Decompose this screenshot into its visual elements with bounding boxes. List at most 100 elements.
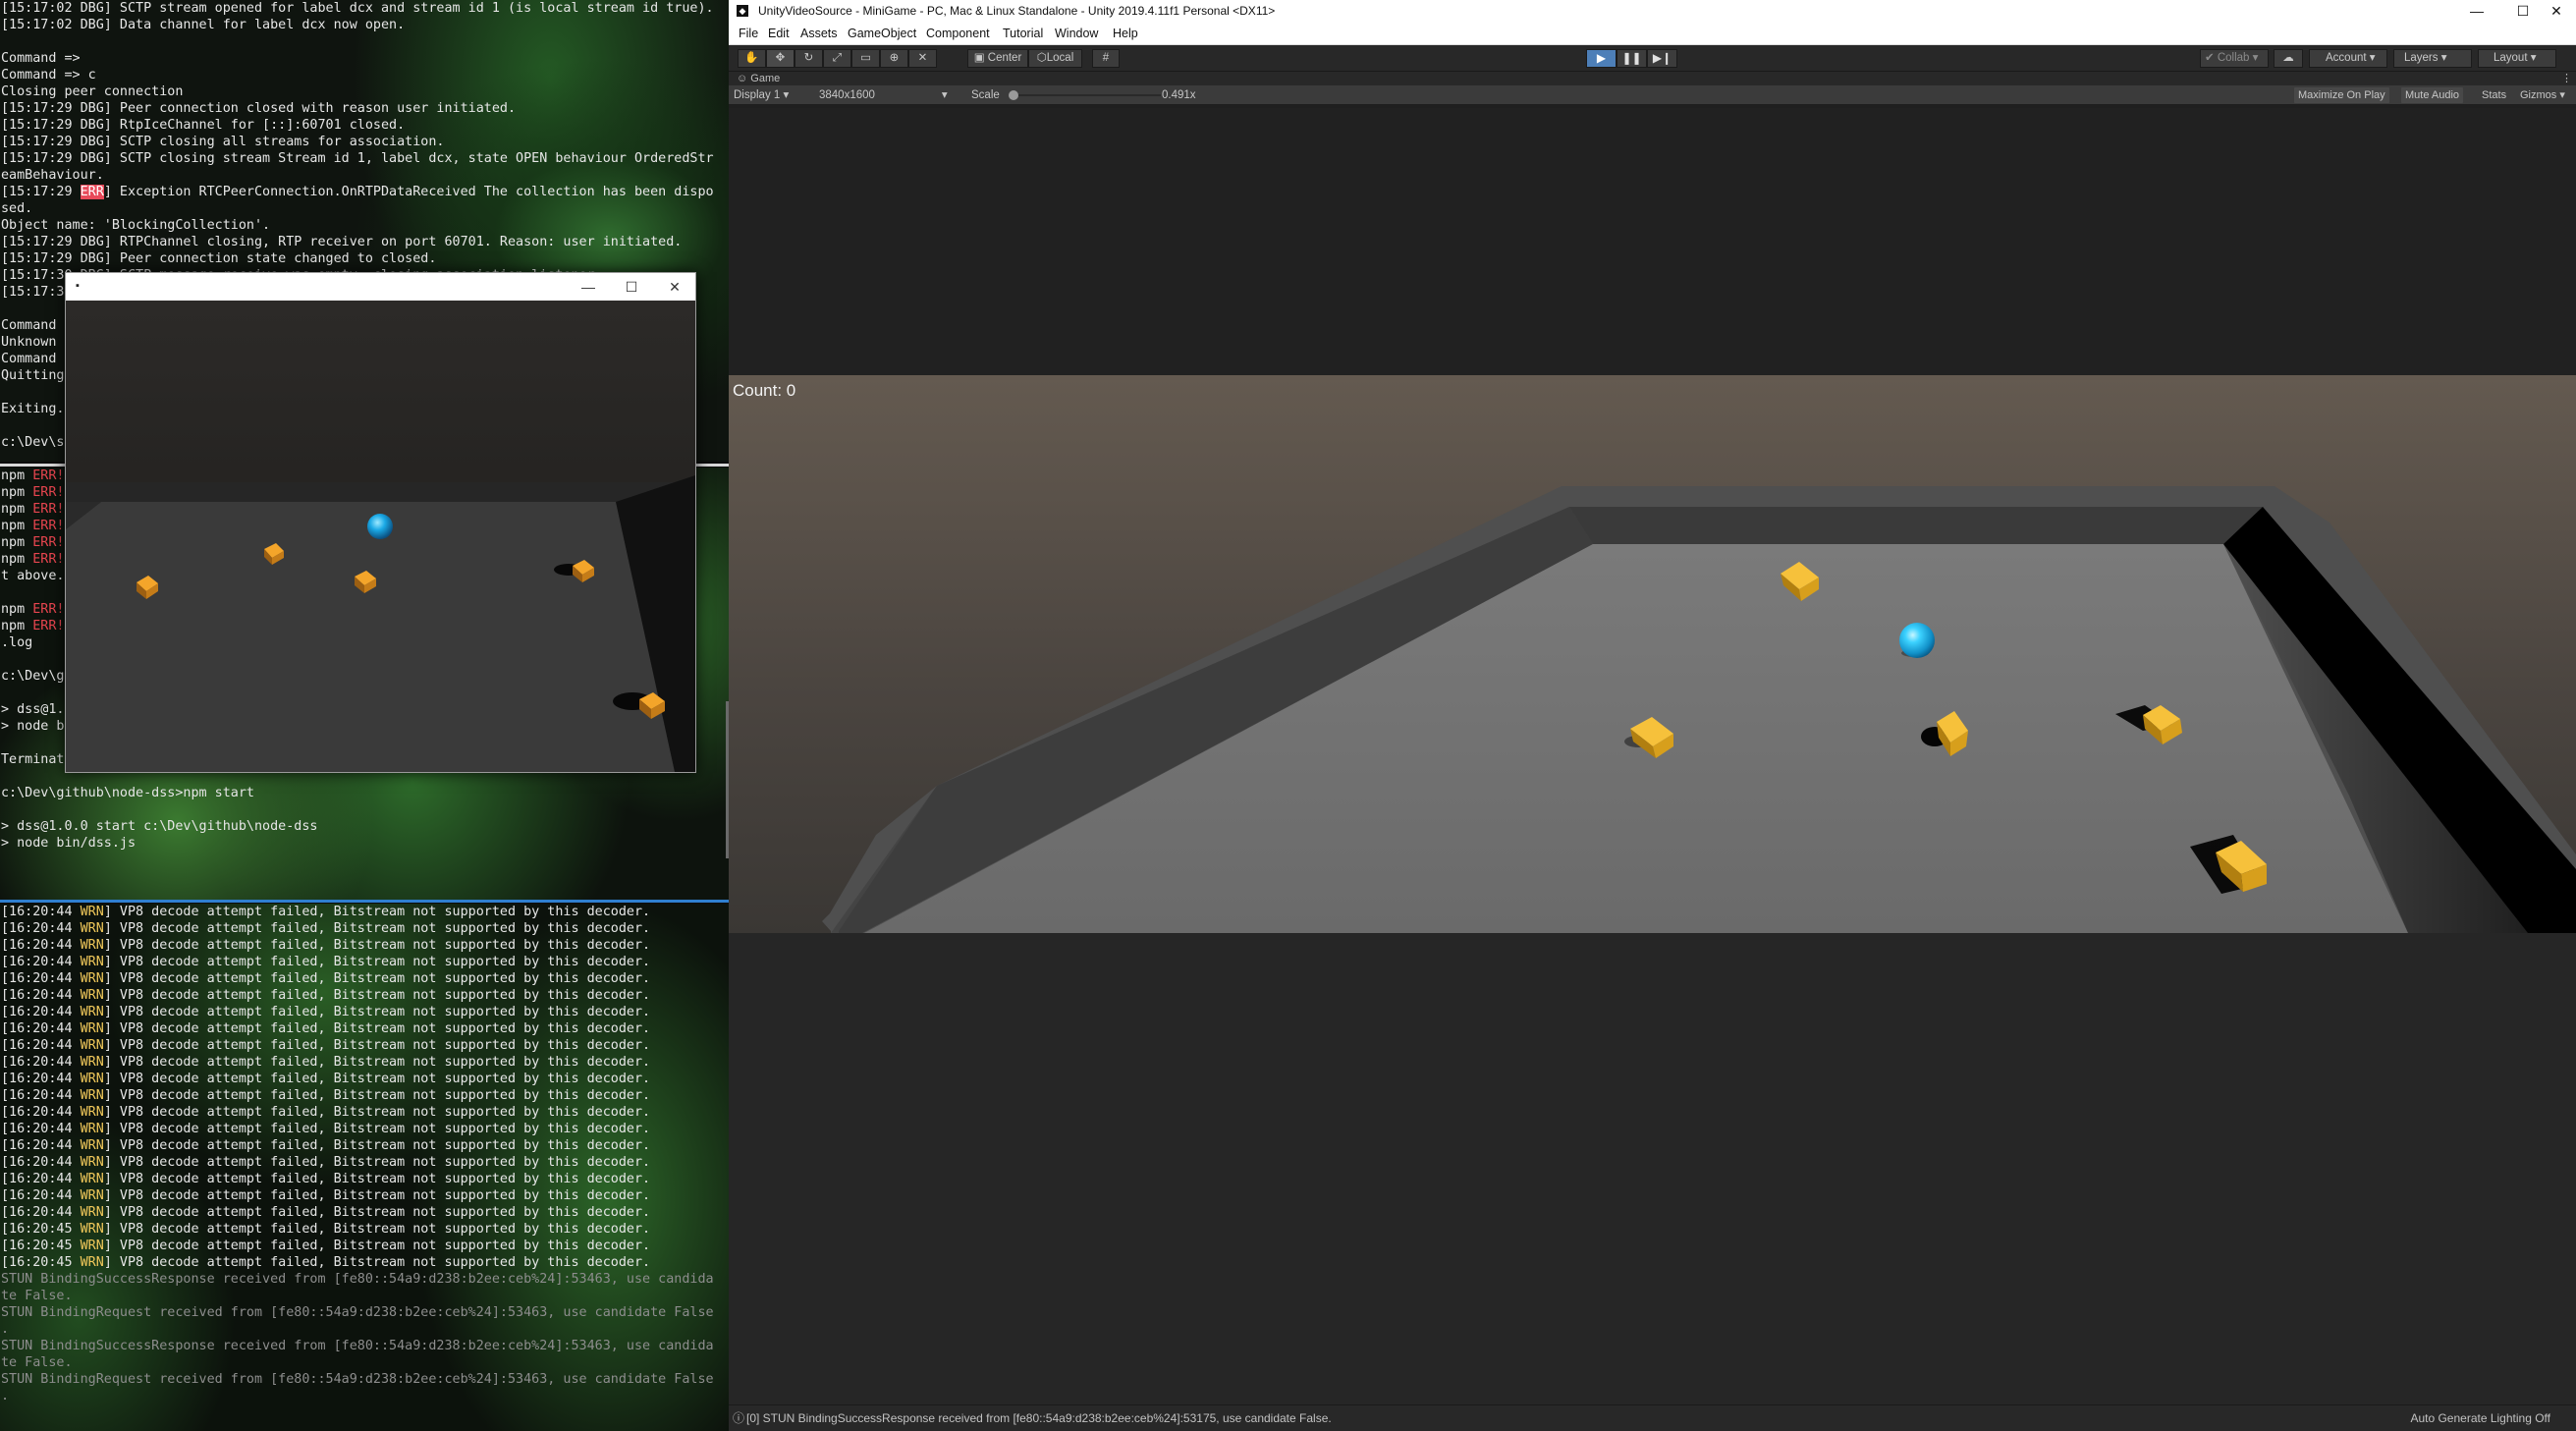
terminal-line: [16:20:44 WRN] VP8 decode attempt failed… — [1, 1004, 729, 1020]
check-icon: ✔ — [2205, 52, 2215, 64]
terminal-text: WRN — [80, 971, 104, 986]
game-scene — [729, 375, 2576, 1404]
terminal-line: [16:20:44 WRN] VP8 decode attempt failed… — [1, 987, 729, 1004]
terminal-text: te False. — [1, 1355, 73, 1370]
layers-dropdown[interactable]: Layers ▾ — [2393, 49, 2472, 68]
terminal-text: [16:20:45 — [1, 1222, 81, 1237]
main-toolbar: ✋ ✥ ↻ ⤢ ▭ ⊕ ✕ ▣ Center ⬡Local # ▶ ❚❚ ▶❙ … — [729, 45, 2576, 72]
menu-file[interactable]: File — [739, 22, 758, 45]
window-title: UnityVideoSource - MiniGame - PC, Mac & … — [758, 4, 1276, 18]
terminal-text: WRN — [80, 938, 104, 953]
rotate-tool-button[interactable]: ↻ — [795, 49, 823, 68]
terminal-line: [16:20:44 WRN] VP8 decode attempt failed… — [1, 920, 729, 937]
status-message[interactable]: [0] STUN BindingSuccessResponse received… — [746, 1405, 1332, 1431]
cloud-icon: ☁ — [2282, 52, 2294, 64]
play-button[interactable]: ▶ — [1586, 49, 1617, 68]
unity-close-button[interactable]: ✕ — [2534, 0, 2576, 22]
hand-tool-button[interactable]: ✋ — [738, 49, 766, 68]
unity-titlebar[interactable]: ◆ UnityVideoSource - MiniGame - PC, Mac … — [729, 0, 2576, 22]
terminal-text: WRN — [80, 1255, 104, 1270]
close-button[interactable]: ✕ — [655, 276, 694, 298]
terminal-text: [15:17:02 DBG] Data channel for label dc… — [1, 18, 406, 32]
grid-snap-button[interactable]: # — [1092, 49, 1120, 68]
cloud-button[interactable]: ☁ — [2274, 49, 2303, 68]
custom-tool-button[interactable]: ✕ — [908, 49, 937, 68]
terminal-text: [16:20:44 — [1, 921, 81, 936]
player-titlebar[interactable]: ▪ — ☐ ✕ — [66, 273, 695, 301]
rect-tool-button[interactable]: ▭ — [851, 49, 880, 68]
game-view[interactable]: Count: 0 — [729, 108, 2576, 1404]
menu-assets[interactable]: Assets — [800, 22, 838, 45]
scale-slider[interactable] — [1010, 94, 1161, 96]
terminal-text: Command — [1, 352, 65, 366]
terminal-text: c:\Dev\s — [1, 435, 65, 450]
pivot-local-button[interactable]: ⬡Local — [1028, 49, 1082, 68]
terminal-text: > dss@1.0 — [1, 702, 73, 717]
step-button[interactable]: ▶❙ — [1647, 49, 1677, 68]
account-dropdown[interactable]: Account ▾ — [2309, 49, 2387, 68]
terminal-text: STUN BindingRequest received from [fe80:… — [1, 1305, 714, 1320]
tab-game[interactable]: ☺ Game — [737, 72, 780, 85]
player-viewport[interactable] — [66, 301, 695, 772]
status-bar[interactable]: ⓘ [0] STUN BindingSuccessResponse receiv… — [729, 1404, 2576, 1431]
terminal-text: [16:20:44 — [1, 1138, 81, 1153]
pivot-center-button[interactable]: ▣ Center — [967, 49, 1028, 68]
terminal-line: eamBehaviour. — [1, 167, 729, 184]
menu-edit[interactable]: Edit — [768, 22, 790, 45]
display-label: Display 1 — [734, 89, 781, 101]
unity-minimize-button[interactable]: — — [2454, 0, 2499, 22]
player-window[interactable]: ▪ — ☐ ✕ — [65, 272, 696, 773]
layout-dropdown[interactable]: Layout ▾ — [2478, 49, 2556, 68]
terminal-text: Command => — [1, 51, 81, 66]
terminal-text: > node bin/dss.js — [1, 836, 137, 851]
menu-gameobject[interactable]: GameObject — [848, 22, 916, 45]
resolution-dropdown[interactable]: 3840x1600 ▾ — [819, 85, 948, 105]
terminal-text: npm — [1, 552, 33, 567]
stats-toggle[interactable]: Stats — [2478, 87, 2510, 103]
transform-tool-button[interactable]: ⊕ — [880, 49, 908, 68]
terminal-text: [16:20:45 — [1, 1238, 81, 1253]
terminal-line: Closing peer connection — [1, 83, 729, 100]
terminal-text: ] VP8 decode attempt failed, Bitstream n… — [103, 1021, 651, 1036]
step-icon: ▶❙ — [1652, 51, 1672, 65]
terminal-line: [16:20:44 WRN] VP8 decode attempt failed… — [1, 1204, 729, 1221]
terminal-line: [16:20:44 WRN] VP8 decode attempt failed… — [1, 1154, 729, 1171]
move-tool-button[interactable]: ✥ — [766, 49, 795, 68]
pause-button[interactable]: ❚❚ — [1617, 49, 1647, 68]
gizmos-dropdown[interactable]: Gizmos ▾ — [2516, 87, 2569, 103]
terminal-text: . — [1, 1322, 10, 1337]
terminal-text: c:\Dev\g — [1, 669, 65, 684]
terminal-text: [15:17:29 DBG] SCTP closing stream Strea… — [1, 151, 714, 166]
terminal-text: Command => c — [1, 68, 96, 83]
terminal-text: WRN — [80, 1021, 104, 1036]
unity-editor[interactable]: ◆ UnityVideoSource - MiniGame - PC, Mac … — [729, 0, 2576, 1431]
mute-audio-toggle[interactable]: Mute Audio — [2401, 87, 2464, 103]
terminal-text: ERR! — [32, 485, 65, 500]
scale-slider-handle[interactable] — [1009, 90, 1018, 100]
menu-help[interactable]: Help — [1113, 22, 1138, 45]
terminal-text: WRN — [80, 1138, 104, 1153]
terminal-bottom[interactable]: [16:20:44 WRN] VP8 decode attempt failed… — [0, 904, 729, 1431]
terminal-text: ] VP8 decode attempt failed, Bitstream n… — [103, 1172, 651, 1186]
terminal-line: [16:20:44 WRN] VP8 decode attempt failed… — [1, 1104, 729, 1121]
maximize-on-play-toggle[interactable]: Maximize On Play — [2294, 87, 2389, 103]
resolution-label: 3840x1600 — [819, 89, 875, 101]
terminal-text: ] VP8 decode attempt failed, Bitstream n… — [103, 1055, 651, 1070]
minimize-button[interactable]: — — [569, 276, 608, 298]
game-view-toolbar: Display 1 ▾ 3840x1600 ▾ Scale 0.491x Maxi… — [729, 85, 2576, 105]
collab-dropdown[interactable]: ✔ Collab ▾ — [2200, 49, 2269, 68]
maximize-button[interactable]: ☐ — [612, 276, 651, 298]
display-dropdown[interactable]: Display 1 ▾ — [734, 85, 789, 105]
menu-component[interactable]: Component — [926, 22, 990, 45]
terminal-text: t above. — [1, 569, 65, 583]
player-ball — [367, 514, 393, 539]
menu-window[interactable]: Window — [1055, 22, 1098, 45]
terminal-line: [16:20:45 WRN] VP8 decode attempt failed… — [1, 1254, 729, 1271]
terminal-text: ERR! — [32, 535, 65, 550]
tab-menu-icon[interactable]: ⋮ — [2561, 72, 2572, 85]
scale-tool-button[interactable]: ⤢ — [823, 49, 851, 68]
grid-snap-icon: # — [1102, 52, 1110, 64]
terminal-text: ] VP8 decode attempt failed, Bitstream n… — [103, 971, 651, 986]
terminal-text: ] VP8 decode attempt failed, Bitstream n… — [103, 1222, 651, 1237]
menu-tutorial[interactable]: Tutorial — [1003, 22, 1043, 45]
